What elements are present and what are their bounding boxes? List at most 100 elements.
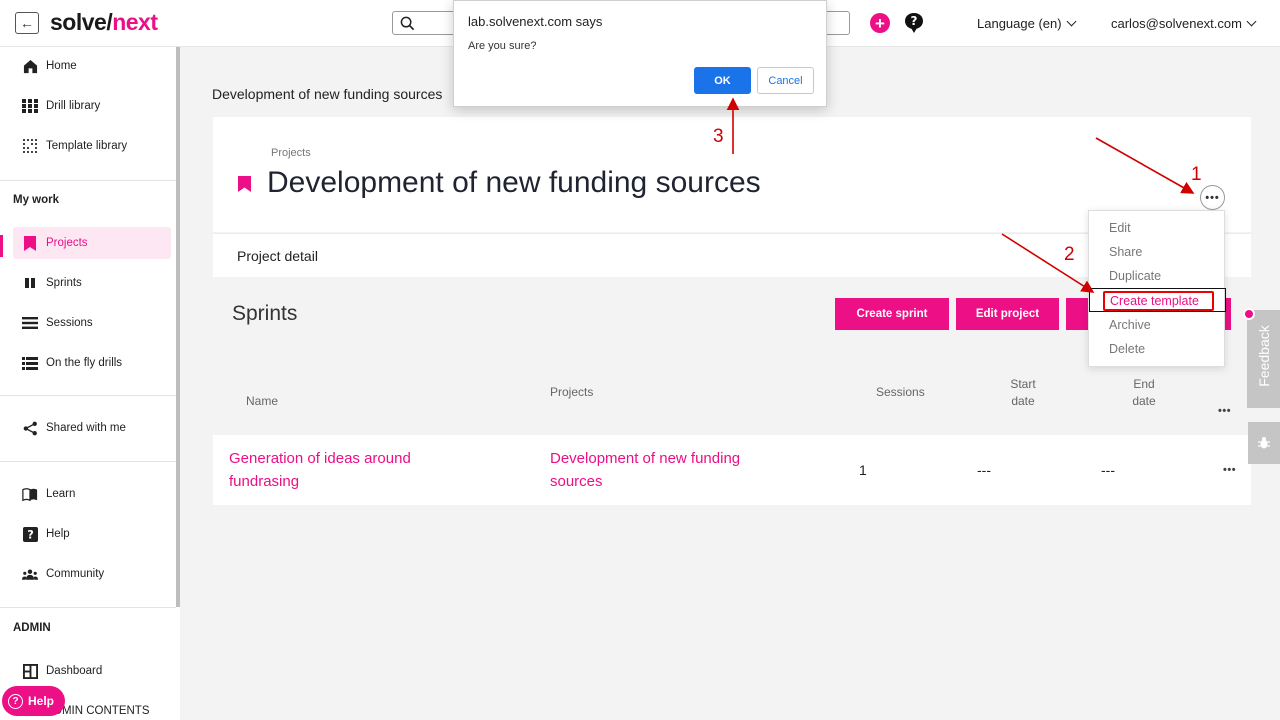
breadcrumb: Development of new funding sources bbox=[212, 86, 443, 102]
more-options-icon[interactable]: ••• bbox=[1200, 185, 1225, 210]
sprint-name-line: fundrasing bbox=[229, 473, 300, 490]
help-pill-button[interactable]: ? Help bbox=[2, 686, 65, 716]
annotation-number-2: 2 bbox=[1064, 244, 1075, 265]
edit-project-button[interactable]: Edit project bbox=[956, 298, 1059, 330]
sidebar-item-dashboard[interactable]: Dashboard bbox=[0, 655, 176, 687]
tab-project-detail[interactable]: Project detail bbox=[237, 248, 318, 264]
sidebar-item-home[interactable]: Home bbox=[0, 50, 176, 82]
sidebar-item-template-library[interactable]: Template library bbox=[0, 130, 176, 162]
sidebar-item-sessions[interactable]: Sessions bbox=[0, 307, 176, 339]
sidebar-item-label: Sessions bbox=[46, 317, 93, 329]
sprint-project-line: Development of new funding bbox=[550, 450, 741, 467]
sidebar-item-projects[interactable]: Projects bbox=[13, 227, 171, 259]
user-menu[interactable]: carlos@solvenext.com bbox=[1111, 16, 1257, 31]
grid-icon bbox=[22, 98, 38, 114]
dialog-title: lab.solvenext.com says bbox=[468, 14, 603, 29]
column-header-sessions: Sessions bbox=[876, 385, 925, 399]
sidebar-item-label: Sprints bbox=[46, 277, 82, 289]
row-options-icon[interactable]: ••• bbox=[1223, 464, 1236, 476]
dashboard-icon bbox=[22, 663, 38, 679]
column-header-text: Start bbox=[1010, 377, 1036, 391]
menu-item-edit[interactable]: Edit bbox=[1109, 221, 1131, 235]
sidebar-item-learn[interactable]: Learn bbox=[0, 478, 176, 510]
menu-item-duplicate[interactable]: Duplicate bbox=[1109, 269, 1161, 283]
sidebar-item-on-the-fly-drills[interactable]: On the fly drills bbox=[0, 347, 176, 379]
column-options-icon[interactable]: ••• bbox=[1218, 405, 1231, 417]
sprints-heading: Sprints bbox=[232, 302, 298, 325]
menu-item-share[interactable]: Share bbox=[1109, 245, 1142, 259]
sidebar-divider bbox=[0, 180, 176, 181]
column-header-end-date: End date bbox=[1128, 376, 1160, 410]
menu-item-delete[interactable]: Delete bbox=[1109, 342, 1145, 356]
column-header-projects: Projects bbox=[550, 385, 594, 399]
pause-bars-icon bbox=[22, 275, 38, 291]
create-sprint-button[interactable]: Create sprint bbox=[835, 298, 949, 330]
dialog-message: Are you sure? bbox=[468, 40, 537, 52]
sidebar-item-label: Home bbox=[46, 60, 77, 72]
sidebar-item-label: Drill library bbox=[46, 100, 101, 112]
question-square-icon: ? bbox=[22, 526, 38, 542]
language-selector[interactable]: Language (en) bbox=[977, 16, 1077, 31]
sprint-name-link[interactable]: Generation of ideas around fundrasing bbox=[229, 447, 411, 493]
add-plus-icon[interactable]: + bbox=[870, 13, 890, 33]
project-options-menu: Edit Share Duplicate Create template Arc… bbox=[1088, 210, 1226, 367]
bookmark-icon bbox=[238, 176, 251, 192]
start-date-value: --- bbox=[977, 462, 991, 478]
logo[interactable]: solve/next bbox=[50, 9, 158, 36]
sidebar-item-label: On the fly drills bbox=[46, 357, 123, 369]
column-header-text: date bbox=[1132, 394, 1156, 408]
sprint-name-line: Generation of ideas around bbox=[229, 450, 411, 467]
help-bubble-icon[interactable]: ? bbox=[904, 12, 924, 34]
hamburger-icon bbox=[22, 315, 38, 331]
user-email: carlos@solvenext.com bbox=[1111, 16, 1242, 31]
back-arrow-icon[interactable]: ← bbox=[15, 12, 39, 34]
feedback-tab[interactable]: Feedback bbox=[1247, 310, 1280, 408]
sidebar-scrollbar[interactable] bbox=[176, 47, 180, 607]
end-date-value: --- bbox=[1101, 462, 1115, 478]
column-header-name: Name bbox=[246, 394, 279, 408]
column-header-text: date bbox=[1011, 394, 1035, 408]
menu-item-archive[interactable]: Archive bbox=[1109, 318, 1151, 332]
menu-item-create-template[interactable]: Create template bbox=[1103, 291, 1214, 311]
sessions-count: 1 bbox=[859, 462, 867, 478]
chevron-down-icon bbox=[1066, 16, 1077, 27]
share-icon bbox=[22, 420, 38, 436]
active-indicator bbox=[0, 235, 3, 257]
sprint-project-link[interactable]: Development of new funding sources bbox=[550, 447, 740, 493]
sidebar-divider bbox=[0, 607, 176, 608]
feedback-label: Feedback bbox=[1256, 325, 1272, 387]
menu-item-highlight-frame: Create template bbox=[1089, 288, 1226, 312]
bug-report-tab[interactable] bbox=[1248, 422, 1280, 464]
sidebar-divider bbox=[0, 461, 176, 462]
project-type-label: Projects bbox=[271, 147, 311, 159]
sidebar-item-label: Projects bbox=[46, 237, 88, 249]
annotation-number-3: 3 bbox=[713, 126, 724, 147]
question-circle-icon: ? bbox=[8, 693, 23, 709]
logo-part-1: solve/ bbox=[50, 9, 113, 35]
sidebar-item-community[interactable]: Community bbox=[0, 558, 176, 590]
bookmark-icon bbox=[22, 235, 38, 251]
column-header-start-date: Start date bbox=[1008, 376, 1038, 410]
admin-heading: ADMIN bbox=[13, 622, 51, 634]
column-header-text: End bbox=[1133, 377, 1155, 391]
sidebar-item-label: Template library bbox=[46, 140, 128, 152]
sidebar: Home Drill library Template library My w… bbox=[0, 47, 180, 720]
language-label: Language (en) bbox=[977, 16, 1062, 31]
sidebar-item-help[interactable]: ? Help bbox=[0, 518, 176, 550]
users-group-icon bbox=[22, 566, 38, 582]
sidebar-item-label: Help bbox=[46, 528, 70, 540]
svg-text:?: ? bbox=[911, 14, 918, 28]
sidebar-item-shared-with-me[interactable]: Shared with me bbox=[0, 412, 176, 444]
sidebar-item-sprints[interactable]: Sprints bbox=[0, 267, 176, 299]
cancel-button[interactable]: Cancel bbox=[757, 67, 814, 94]
sidebar-item-label: Shared with me bbox=[46, 422, 126, 434]
table-row: Generation of ideas around fundrasing De… bbox=[213, 435, 1251, 505]
sidebar-divider bbox=[0, 395, 176, 396]
sidebar-item-label: Dashboard bbox=[46, 665, 103, 677]
logo-part-2: next bbox=[112, 9, 158, 35]
svg-text:?: ? bbox=[27, 528, 34, 541]
ok-button[interactable]: OK bbox=[694, 67, 751, 94]
sidebar-item-drill-library[interactable]: Drill library bbox=[0, 90, 176, 122]
chevron-down-icon bbox=[1246, 16, 1257, 27]
book-icon bbox=[22, 486, 38, 502]
